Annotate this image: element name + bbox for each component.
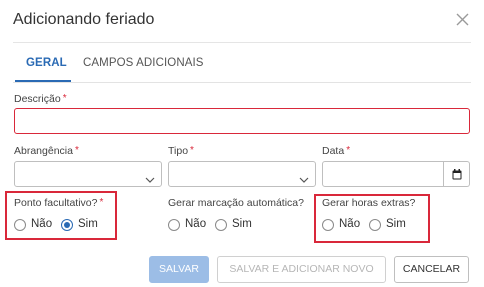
ponto-facultativo-nao-radio[interactable]	[14, 219, 26, 231]
save-button[interactable]: SALVAR	[149, 256, 209, 283]
tab-geral[interactable]: GERAL	[26, 57, 67, 69]
ponto-facultativo-sim-radio[interactable]	[61, 219, 73, 231]
ponto-facultativo-nao-label[interactable]: Não	[31, 218, 52, 230]
gerar-horas-extras-nao-label[interactable]: Não	[339, 218, 360, 230]
dialog-title: Adicionando feriado	[13, 11, 155, 28]
tab-bar: GERAL CAMPOS ADICIONAIS	[13, 56, 471, 83]
add-holiday-dialog: Adicionando feriado GERAL CAMPOS ADICION…	[0, 0, 484, 287]
abrangencia-label-text: Abrangência	[14, 145, 73, 157]
required-marker: *	[346, 145, 351, 156]
descricao-label: Descrição *	[14, 93, 67, 105]
tab-campos-adicionais[interactable]: CAMPOS ADICIONAIS	[83, 57, 204, 69]
active-tab-indicator	[15, 80, 71, 82]
tipo-label-text: Tipo	[168, 145, 189, 157]
gerar-horas-extras-sim-radio[interactable]	[369, 219, 381, 231]
descricao-label-text: Descrição	[14, 93, 61, 105]
cancel-button[interactable]: CANCELAR	[394, 256, 469, 283]
gerar-marcacao-sim-label[interactable]: Sim	[232, 218, 252, 230]
data-input[interactable]	[322, 161, 444, 187]
close-icon[interactable]	[456, 13, 470, 27]
descricao-input[interactable]	[14, 108, 470, 134]
calendar-button[interactable]	[444, 161, 470, 187]
required-marker: *	[74, 145, 79, 156]
tipo-select[interactable]	[168, 161, 316, 187]
abrangencia-label: Abrangência *	[14, 145, 79, 157]
header-divider	[13, 42, 471, 43]
gerar-marcacao-label: Gerar marcação automática?	[168, 197, 304, 209]
gerar-marcacao-nao-radio[interactable]	[168, 219, 180, 231]
tipo-label: Tipo *	[168, 145, 194, 157]
gerar-marcacao-nao-label[interactable]: Não	[185, 218, 206, 230]
data-label-text: Data	[322, 145, 345, 157]
calendar-icon	[452, 169, 462, 180]
required-marker: *	[99, 197, 104, 208]
dialog-header: Adicionando feriado	[0, 0, 484, 43]
save-and-add-new-button[interactable]: SALVAR E ADICIONAR NOVO	[217, 256, 386, 283]
ponto-facultativo-label: Ponto facultativo? *	[14, 197, 103, 209]
data-label: Data *	[322, 145, 350, 157]
required-marker: *	[62, 93, 67, 104]
gerar-horas-extras-label: Gerar horas extras?	[322, 197, 416, 209]
chevron-down-icon	[145, 171, 155, 183]
required-marker: *	[190, 145, 194, 156]
gerar-horas-extras-sim-label[interactable]: Sim	[386, 218, 406, 230]
ponto-facultativo-label-text: Ponto facultativo?	[14, 197, 98, 209]
chevron-down-icon	[299, 171, 309, 183]
gerar-horas-extras-nao-radio[interactable]	[322, 219, 334, 231]
abrangencia-select[interactable]	[14, 161, 162, 187]
ponto-facultativo-sim-label[interactable]: Sim	[78, 218, 98, 230]
gerar-marcacao-sim-radio[interactable]	[215, 219, 227, 231]
